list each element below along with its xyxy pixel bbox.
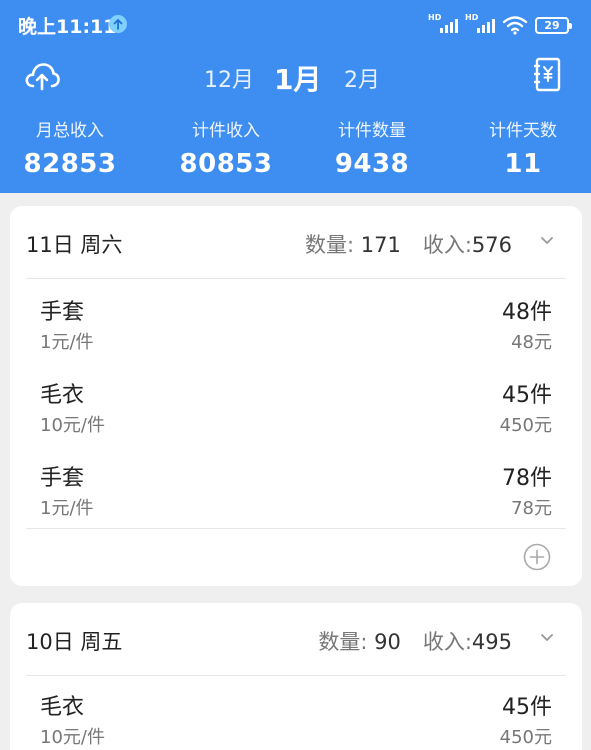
day-summary: 数量: 90 收入:495 (318, 626, 512, 656)
day-card-header[interactable]: 10日 周五 数量: 90 收入:495 (10, 603, 582, 675)
month-next[interactable]: 2月 (344, 62, 380, 94)
qty-value: 90 (374, 630, 401, 654)
qty-value: 171 (360, 233, 401, 257)
item-amount: 450元 (499, 727, 552, 748)
income-value: 576 (471, 233, 512, 257)
day-date: 11日 周六 (26, 233, 123, 257)
battery-icon: 29 (535, 16, 572, 34)
chevron-down-icon[interactable] (540, 633, 554, 643)
item-count: 78件 (502, 466, 552, 491)
list-item[interactable]: 毛衣 10元/件 45件 450元 (10, 377, 582, 459)
signal-icon: HD (428, 13, 458, 35)
month-prev[interactable]: 12月 (204, 62, 254, 94)
header: 晚上11:11 HD HD 29 12月 1月 2月 月总收入 82853 计件… (0, 0, 591, 193)
income-label: 收入: (422, 233, 472, 257)
ledger-button[interactable] (533, 57, 562, 93)
item-count: 48件 (502, 300, 552, 325)
stat-value: 80853 (179, 149, 273, 179)
item-amount: 450元 (499, 415, 552, 436)
status-bar: 晚上11:11 HD HD 29 (0, 0, 591, 50)
day-card: 11日 周六 数量: 171 收入:576 手套 1元/件 48件 48元 毛衣… (10, 206, 582, 586)
item-amount: 78元 (511, 498, 552, 519)
chevron-down-icon[interactable] (540, 236, 554, 246)
day-card-header[interactable]: 11日 周六 数量: 171 收入:576 (10, 206, 582, 278)
status-indicators: HD HD 29 (428, 13, 572, 36)
ledger-yen-icon (533, 57, 561, 92)
item-name: 毛衣 (40, 695, 85, 720)
month-selector: 12月 1月 2月 (0, 57, 591, 97)
add-item-button[interactable] (523, 543, 551, 571)
stat-label: 计件收入 (192, 121, 260, 141)
wifi-icon (502, 16, 528, 35)
stat-value: 11 (504, 149, 542, 179)
divider (26, 675, 566, 676)
divider (26, 278, 566, 279)
stat-label: 计件数量 (338, 121, 406, 141)
list-item[interactable]: 手套 1元/件 78件 78元 (10, 460, 582, 542)
stat-value: 82853 (23, 149, 117, 179)
stat-label: 计件天数 (489, 121, 557, 141)
income-label: 收入: (422, 630, 472, 654)
month-current[interactable]: 1月 (274, 58, 321, 98)
item-name: 手套 (40, 300, 85, 325)
stat-monthly-income: 月总收入 82853 (0, 116, 140, 179)
item-count: 45件 (502, 695, 552, 720)
status-time: 晚上11:11 (18, 16, 117, 38)
item-name: 手套 (40, 466, 85, 491)
signal-icon: HD (465, 13, 495, 35)
day-summary: 数量: 171 收入:576 (305, 229, 512, 259)
item-name: 毛衣 (40, 383, 85, 408)
stat-piece-days: 计件天数 11 (453, 116, 591, 179)
item-unit-price: 1元/件 (40, 498, 94, 519)
stat-piece-income: 计件收入 80853 (156, 116, 296, 179)
stat-label: 月总收入 (36, 121, 104, 141)
list-item[interactable]: 毛衣 10元/件 45件 450元 (10, 689, 582, 750)
day-card: 10日 周五 数量: 90 收入:495 毛衣 10元/件 45件 450元 (10, 603, 582, 750)
upload-status-icon (109, 15, 127, 33)
qty-label: 数量: (304, 233, 355, 257)
battery-level: 29 (544, 18, 560, 32)
stat-piece-count: 计件数量 9438 (302, 116, 442, 179)
income-value: 495 (471, 630, 512, 654)
day-date: 10日 周五 (26, 630, 123, 654)
item-count: 45件 (502, 383, 552, 408)
list-item[interactable]: 手套 1元/件 48件 48元 (10, 294, 582, 376)
item-unit-price: 10元/件 (40, 727, 105, 748)
item-unit-price: 1元/件 (40, 332, 94, 353)
qty-label: 数量: (318, 630, 368, 654)
item-unit-price: 10元/件 (40, 415, 105, 436)
item-amount: 48元 (511, 332, 552, 353)
stat-value: 9438 (334, 149, 410, 179)
divider (26, 528, 566, 529)
